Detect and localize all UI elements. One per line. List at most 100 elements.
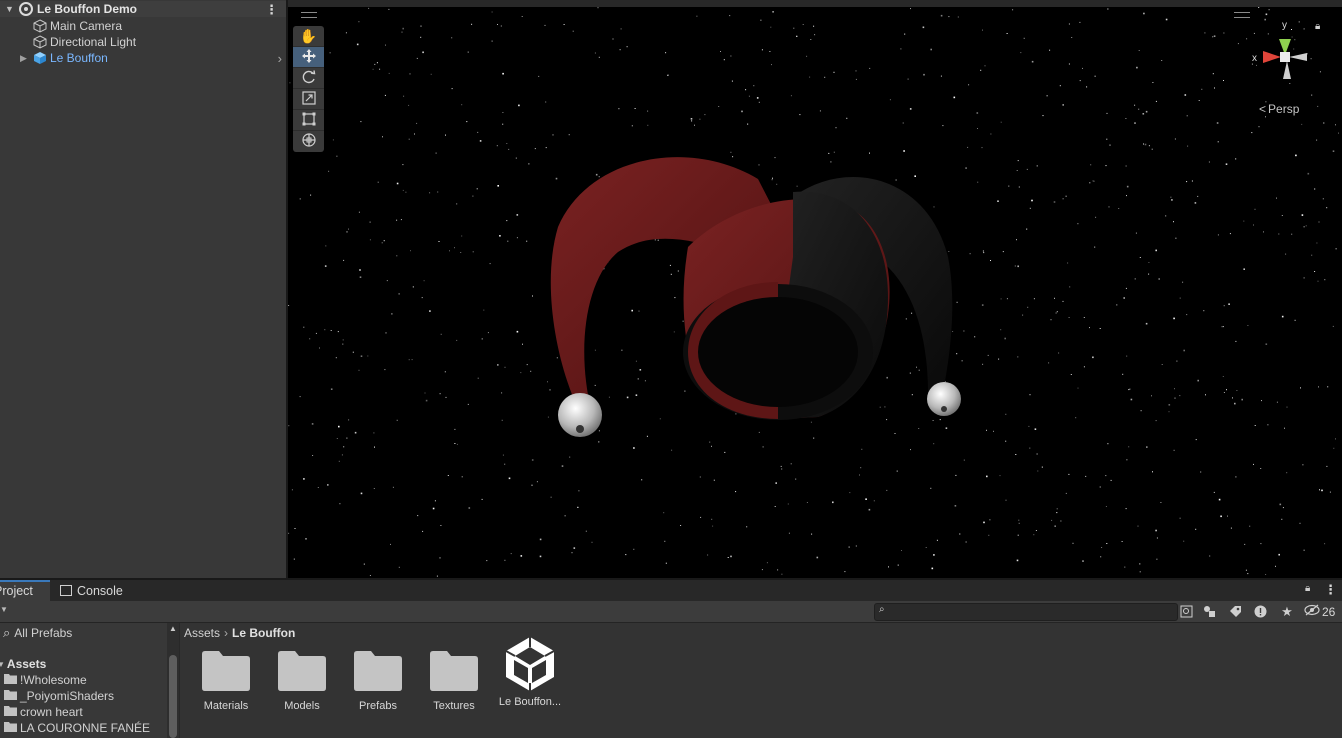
rect-transform-icon <box>302 112 316 129</box>
scale-tool-button[interactable] <box>293 89 324 110</box>
kebab-menu-icon[interactable]: ⋮ <box>1324 582 1337 598</box>
gizmo-y-label: y <box>1282 20 1287 31</box>
folder-icon <box>430 651 478 694</box>
collapse-arrow-icon: ▼ <box>0 659 5 669</box>
folder-icon <box>202 651 250 694</box>
hierarchy-panel: ▼ Le Bouffon Demo ⋮ Main Camera Directio… <box>0 0 286 578</box>
expand-arrow-icon[interactable]: ▶ <box>20 53 30 64</box>
filter-by-type-icon[interactable] <box>1200 604 1218 619</box>
rotate-tool-button[interactable] <box>293 68 324 89</box>
log-types-icon[interactable] <box>1251 604 1269 619</box>
scene-render <box>288 7 1339 577</box>
tree-item-label: LA COURONNE FANÉE <box>20 721 151 735</box>
filter-by-label-icon[interactable] <box>1226 604 1244 619</box>
asset-folder-models[interactable]: Models <box>264 651 340 712</box>
tab-label: Console <box>77 584 123 598</box>
tree-folder-crown-heart[interactable]: crown heart <box>4 704 83 720</box>
move-arrows-icon <box>301 48 316 66</box>
folder-icon <box>4 689 17 703</box>
panel-grip-icon[interactable] <box>301 12 317 18</box>
transform-tools-toolbar: ✋ <box>293 26 324 152</box>
hand-tool-button[interactable]: ✋ <box>293 26 324 47</box>
kebab-menu-icon[interactable]: ⋮ <box>265 2 278 18</box>
gizmo-neg-y-arrow[interactable] <box>1283 61 1291 79</box>
asset-label: Le Bouffon... <box>498 696 562 708</box>
tree-scrollbar[interactable]: ▲ <box>167 623 179 738</box>
create-dropdown-arrow-icon[interactable]: ▼ <box>0 605 8 614</box>
asset-folder-textures[interactable]: Textures <box>416 651 492 712</box>
scene-view[interactable]: ✋ y x 🔒︎ < Persp <box>288 7 1342 578</box>
project-toolbar: ▼ ⌕ ★ 26 <box>0 601 1342 623</box>
favorite-all-prefabs[interactable]: ⌕ All Prefabs <box>3 625 72 641</box>
scroll-up-arrow-icon[interactable]: ▲ <box>169 624 177 633</box>
hierarchy-item-le-bouffon[interactable]: ▶ Le Bouffon › <box>0 50 286 66</box>
tree-folder-poiyomishaders[interactable]: _PoiyomiShaders <box>4 688 114 704</box>
asset-label: Textures <box>433 700 475 712</box>
hierarchy-item-directional-light[interactable]: Directional Light <box>0 34 286 50</box>
folder-icon <box>354 651 402 694</box>
tree-assets-root[interactable]: ▼ Assets <box>0 656 46 672</box>
breadcrumb-separator-icon: › <box>224 626 229 640</box>
tree-scrollbar-thumb[interactable] <box>169 655 177 738</box>
asset-browser: Assets › Le Bouffon Materials Models Pre… <box>180 623 1342 738</box>
gizmo-x-arrow[interactable] <box>1263 51 1281 63</box>
hierarchy-item-label: Main Camera <box>50 19 123 33</box>
gizmo-center-cube[interactable] <box>1280 52 1290 62</box>
jester-hat-model <box>550 157 961 437</box>
hierarchy-item-label: Directional Light <box>50 35 137 49</box>
project-tab-bar: Project Console 🔒︎ ⋮ <box>0 580 1342 602</box>
folder-icon <box>4 721 17 735</box>
unity-logo-icon <box>503 637 557 696</box>
asset-folder-materials[interactable]: Materials <box>188 651 264 712</box>
search-by-scene-icon[interactable] <box>1177 604 1195 619</box>
rect-tool-button[interactable] <box>293 110 324 131</box>
collapse-arrow-icon[interactable]: ▼ <box>5 4 15 14</box>
unity-scene-icon <box>19 2 33 16</box>
breadcrumb-current[interactable]: Le Bouffon <box>232 626 295 640</box>
gizmo-neg-x-arrow[interactable] <box>1289 53 1307 61</box>
search-icon: ⌕ <box>879 604 885 615</box>
hidden-packages-toggle[interactable]: 26 <box>1304 604 1335 619</box>
tree-item-label: Assets <box>6 657 47 671</box>
asset-scene-le-bouffon[interactable]: Le Bouffon... <box>492 635 568 708</box>
search-icon: ⌕ <box>3 625 11 640</box>
tree-item-label: All Prefabs <box>14 626 73 640</box>
eye-slash-icon <box>1304 604 1320 619</box>
gameobject-cube-icon <box>33 19 47 33</box>
scene-name: Le Bouffon Demo <box>37 2 137 16</box>
asset-label: Prefabs <box>359 700 397 712</box>
prefab-cube-icon <box>33 51 47 65</box>
folder-icon <box>4 673 17 687</box>
tree-item-label: _PoiyomiShaders <box>20 689 115 703</box>
project-panel: Project Console 🔒︎ ⋮ ▼ ⌕ ★ 26 <box>0 580 1342 738</box>
tab-project[interactable]: Project <box>0 580 50 601</box>
scale-icon <box>301 90 316 108</box>
lock-icon[interactable]: 🔒︎ <box>1315 21 1320 32</box>
open-prefab-chevron-icon[interactable]: › <box>278 51 282 66</box>
camera-mode-label: Persp <box>1268 102 1300 116</box>
breadcrumb: Assets › Le Bouffon <box>184 623 295 643</box>
tab-console[interactable]: Console <box>60 580 123 601</box>
transform-globe-icon <box>301 133 316 150</box>
hand-icon: ✋ <box>299 27 318 44</box>
asset-folder-prefabs[interactable]: Prefabs <box>340 651 416 712</box>
favorite-star-icon[interactable]: ★ <box>1278 604 1296 619</box>
hierarchy-item-label: Le Bouffon <box>50 51 108 65</box>
console-icon <box>60 585 72 596</box>
camera-mode-toggle[interactable]: < Persp <box>1259 102 1299 116</box>
scene-root-row[interactable]: ▼ Le Bouffon Demo ⋮ <box>0 1 286 17</box>
project-search-input[interactable]: ⌕ <box>874 603 1178 621</box>
lock-icon[interactable]: 🔒︎ <box>1305 583 1310 594</box>
folder-icon <box>4 705 17 719</box>
tab-label: Project <box>0 584 33 598</box>
move-tool-button[interactable] <box>293 47 324 68</box>
asset-label: Models <box>284 700 320 712</box>
tree-folder-wholesome[interactable]: !Wholesome <box>4 672 87 688</box>
hierarchy-item-main-camera[interactable]: Main Camera <box>0 18 286 34</box>
breadcrumb-assets[interactable]: Assets <box>184 626 220 640</box>
tree-folder-la-couronne-fanee[interactable]: LA COURONNE FANÉE <box>4 720 150 736</box>
transform-tool-button[interactable] <box>293 131 324 152</box>
asset-label: Materials <box>203 700 249 712</box>
gizmo-x-label: x <box>1252 53 1257 64</box>
orientation-gizmo[interactable]: y x <box>1243 17 1323 97</box>
